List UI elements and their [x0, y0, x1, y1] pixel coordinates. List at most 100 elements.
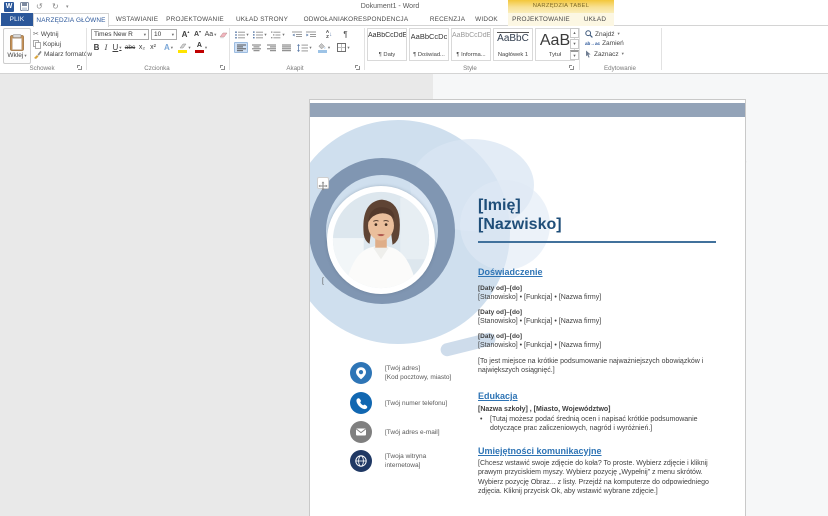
group-label-style: Style — [433, 64, 507, 73]
bullets-button[interactable] — [234, 29, 250, 40]
contact-email[interactable]: [Twój adres e-mail] — [350, 421, 440, 443]
italic-button[interactable]: I — [102, 42, 110, 53]
decrease-indent-button[interactable] — [290, 29, 303, 40]
style-card-tytul[interactable]: AaB Tytuł — [535, 28, 575, 61]
window-title: Dokument1 - Word — [300, 0, 480, 13]
line-spacing-button[interactable] — [296, 42, 313, 53]
clipboard-icon — [10, 34, 24, 51]
bold-button[interactable]: B — [92, 42, 101, 53]
eraser-icon — [219, 31, 228, 39]
ribbon: Wklej ✂ Wytnij Kopiuj Malarz formatów Sc… — [0, 26, 828, 74]
experience-heading[interactable]: Doświadczenie — [478, 267, 543, 277]
tab-korespondencja[interactable]: KORESPONDENCJA — [336, 13, 416, 26]
font-size-combo[interactable]: 10 — [151, 29, 177, 40]
styles-scroll-up[interactable]: ▴ — [570, 28, 579, 38]
paint-bucket-icon — [318, 43, 327, 53]
cut-button[interactable]: ✂ Wytnij — [33, 30, 59, 38]
paragraph-dialog-launcher[interactable] — [354, 64, 361, 71]
word-logo-icon[interactable]: W — [4, 1, 14, 12]
justify-button[interactable] — [279, 42, 293, 53]
education-heading[interactable]: Edukacja — [478, 391, 518, 401]
superscript-button[interactable]: x² — [148, 42, 158, 53]
show-hide-pilcrow-button[interactable]: ¶ — [340, 29, 351, 40]
experience-entry[interactable]: [Daty od]–[do] [Stanowisko] • [Funkcja] … — [478, 333, 601, 350]
tab-plik[interactable]: PLIK — [1, 13, 33, 26]
undo-icon[interactable]: ↺ — [36, 1, 43, 12]
envelope-icon — [350, 421, 372, 443]
group-label-akapit: Akapit — [258, 64, 332, 73]
multilevel-list-button[interactable] — [270, 29, 286, 40]
tab-ctx-projektowanie[interactable]: PROJEKTOWANIE — [509, 13, 573, 26]
object-move-handle[interactable] — [317, 177, 329, 189]
paste-button[interactable]: Wklej — [3, 28, 31, 64]
ribbon-tab-row: PLIK NARZĘDZIA GŁÓWNE WSTAWIANIE PROJEKT… — [0, 13, 828, 26]
increase-indent-button[interactable] — [304, 29, 317, 40]
text-effects-button[interactable]: A — [162, 42, 175, 53]
tab-uklad-strony[interactable]: UKŁAD STRONY — [226, 13, 298, 26]
highlight-color-button[interactable] — [177, 42, 192, 53]
tab-widok[interactable]: WIDOK — [464, 13, 509, 26]
change-case-button[interactable]: Aa — [204, 29, 217, 40]
format-painter-button[interactable]: Malarz formatów — [33, 50, 92, 59]
copy-button[interactable]: Kopiuj — [33, 40, 61, 49]
align-right-icon — [267, 44, 276, 52]
underline-button[interactable]: U — [111, 42, 123, 53]
globe-icon — [350, 450, 372, 472]
experience-summary[interactable]: [To jest miejsce na krótkie podsumowanie… — [478, 357, 728, 376]
qat-customize-icon[interactable]: ▾ — [66, 1, 69, 12]
shading-button[interactable] — [316, 42, 332, 53]
stray-bracket: [ — [322, 278, 324, 285]
replace-button[interactable]: ab→ac Zamień — [585, 40, 624, 47]
font-color-button[interactable]: A — [194, 42, 208, 53]
clear-formatting-button[interactable] — [218, 29, 229, 40]
styles-scroll-down[interactable]: ▾ — [570, 39, 579, 49]
style-card-informacje[interactable]: AaBbCcDdE ¶ Informa... — [451, 28, 491, 61]
skills-body[interactable]: [Chcesz wstawić swoje zdjęcie do koła? T… — [478, 459, 726, 497]
justify-icon — [282, 44, 291, 52]
experience-entry[interactable]: [Daty od]–[do] [Stanowisko] • [Funkcja] … — [478, 285, 601, 302]
borders-button[interactable] — [335, 42, 352, 53]
document-page: [ [Imię] [Nazwisko] Doświadczenie [Daty … — [310, 100, 745, 516]
document-area: 1234567891011121314151617181920 — [0, 74, 828, 516]
align-left-icon — [237, 44, 246, 52]
tab-ctx-uklad[interactable]: UKŁAD — [573, 13, 617, 26]
strikethrough-button[interactable]: abc — [124, 42, 136, 53]
contact-website[interactable]: [Twoja witryna internetowa] — [350, 450, 441, 472]
education-bullet-item[interactable]: • [Tutaj możesz podać średnią ocen i nap… — [480, 415, 728, 434]
cv-name-placeholder[interactable]: [Imię] [Nazwisko] — [478, 196, 562, 234]
styles-dialog-launcher[interactable] — [568, 64, 575, 71]
replace-icon: ab→ac — [585, 41, 600, 46]
style-card-naglowek1[interactable]: AaBbC Nagłówek 1 — [493, 28, 533, 61]
tab-narzedzia-glowne[interactable]: NARZĘDZIA GŁÓWNE — [33, 13, 109, 27]
styles-gallery-more[interactable]: ▾ — [570, 50, 579, 60]
clipboard-dialog-launcher[interactable] — [76, 64, 83, 71]
contact-phone[interactable]: [Twój numer telefonu] — [350, 392, 447, 414]
select-button[interactable]: Zaznacz — [585, 50, 624, 58]
font-name-combo[interactable]: Times New R — [91, 29, 149, 40]
align-center-button[interactable] — [249, 42, 263, 53]
redo-icon[interactable]: ↻ — [52, 1, 59, 12]
sort-button[interactable]: AZ ↓ — [322, 29, 336, 40]
page-top-band — [310, 103, 745, 117]
contact-address[interactable]: [Twój adres] [Kod pocztowy, miasto] — [350, 362, 451, 384]
experience-entry[interactable]: [Daty od]–[do] [Stanowisko] • [Funkcja] … — [478, 309, 601, 326]
find-icon — [585, 30, 593, 38]
tab-projektowanie[interactable]: PROJEKTOWANIE — [164, 13, 226, 26]
style-card-doswiadczenie[interactable]: AaBbCcDc ¶ Doświad... — [409, 28, 449, 61]
align-left-button[interactable] — [234, 42, 248, 53]
find-button[interactable]: Znajdź — [585, 30, 620, 38]
skills-heading[interactable]: Umiejętności komunikacyjne — [478, 446, 602, 456]
tab-wstawianie[interactable]: WSTAWIANIE — [110, 13, 164, 26]
grow-font-button[interactable]: A — [180, 29, 191, 40]
numbering-button[interactable] — [252, 29, 268, 40]
education-school[interactable]: [Nazwa szkoły] , [Miasto, Województwo] — [478, 405, 728, 414]
font-dialog-launcher[interactable] — [219, 64, 226, 71]
title-bar: W ↺ ↻ ▾ Dokument1 - Word NARZĘDZIA TABEL — [0, 0, 828, 13]
subscript-button[interactable]: x₂ — [137, 42, 147, 53]
save-icon[interactable] — [20, 1, 29, 12]
profile-photo[interactable] — [327, 186, 435, 294]
shrink-font-button[interactable]: A — [192, 29, 203, 40]
align-center-icon — [252, 44, 261, 52]
style-card-daty[interactable]: AaBbCcDdEe ¶ Daty — [367, 28, 407, 61]
align-right-button[interactable] — [264, 42, 278, 53]
